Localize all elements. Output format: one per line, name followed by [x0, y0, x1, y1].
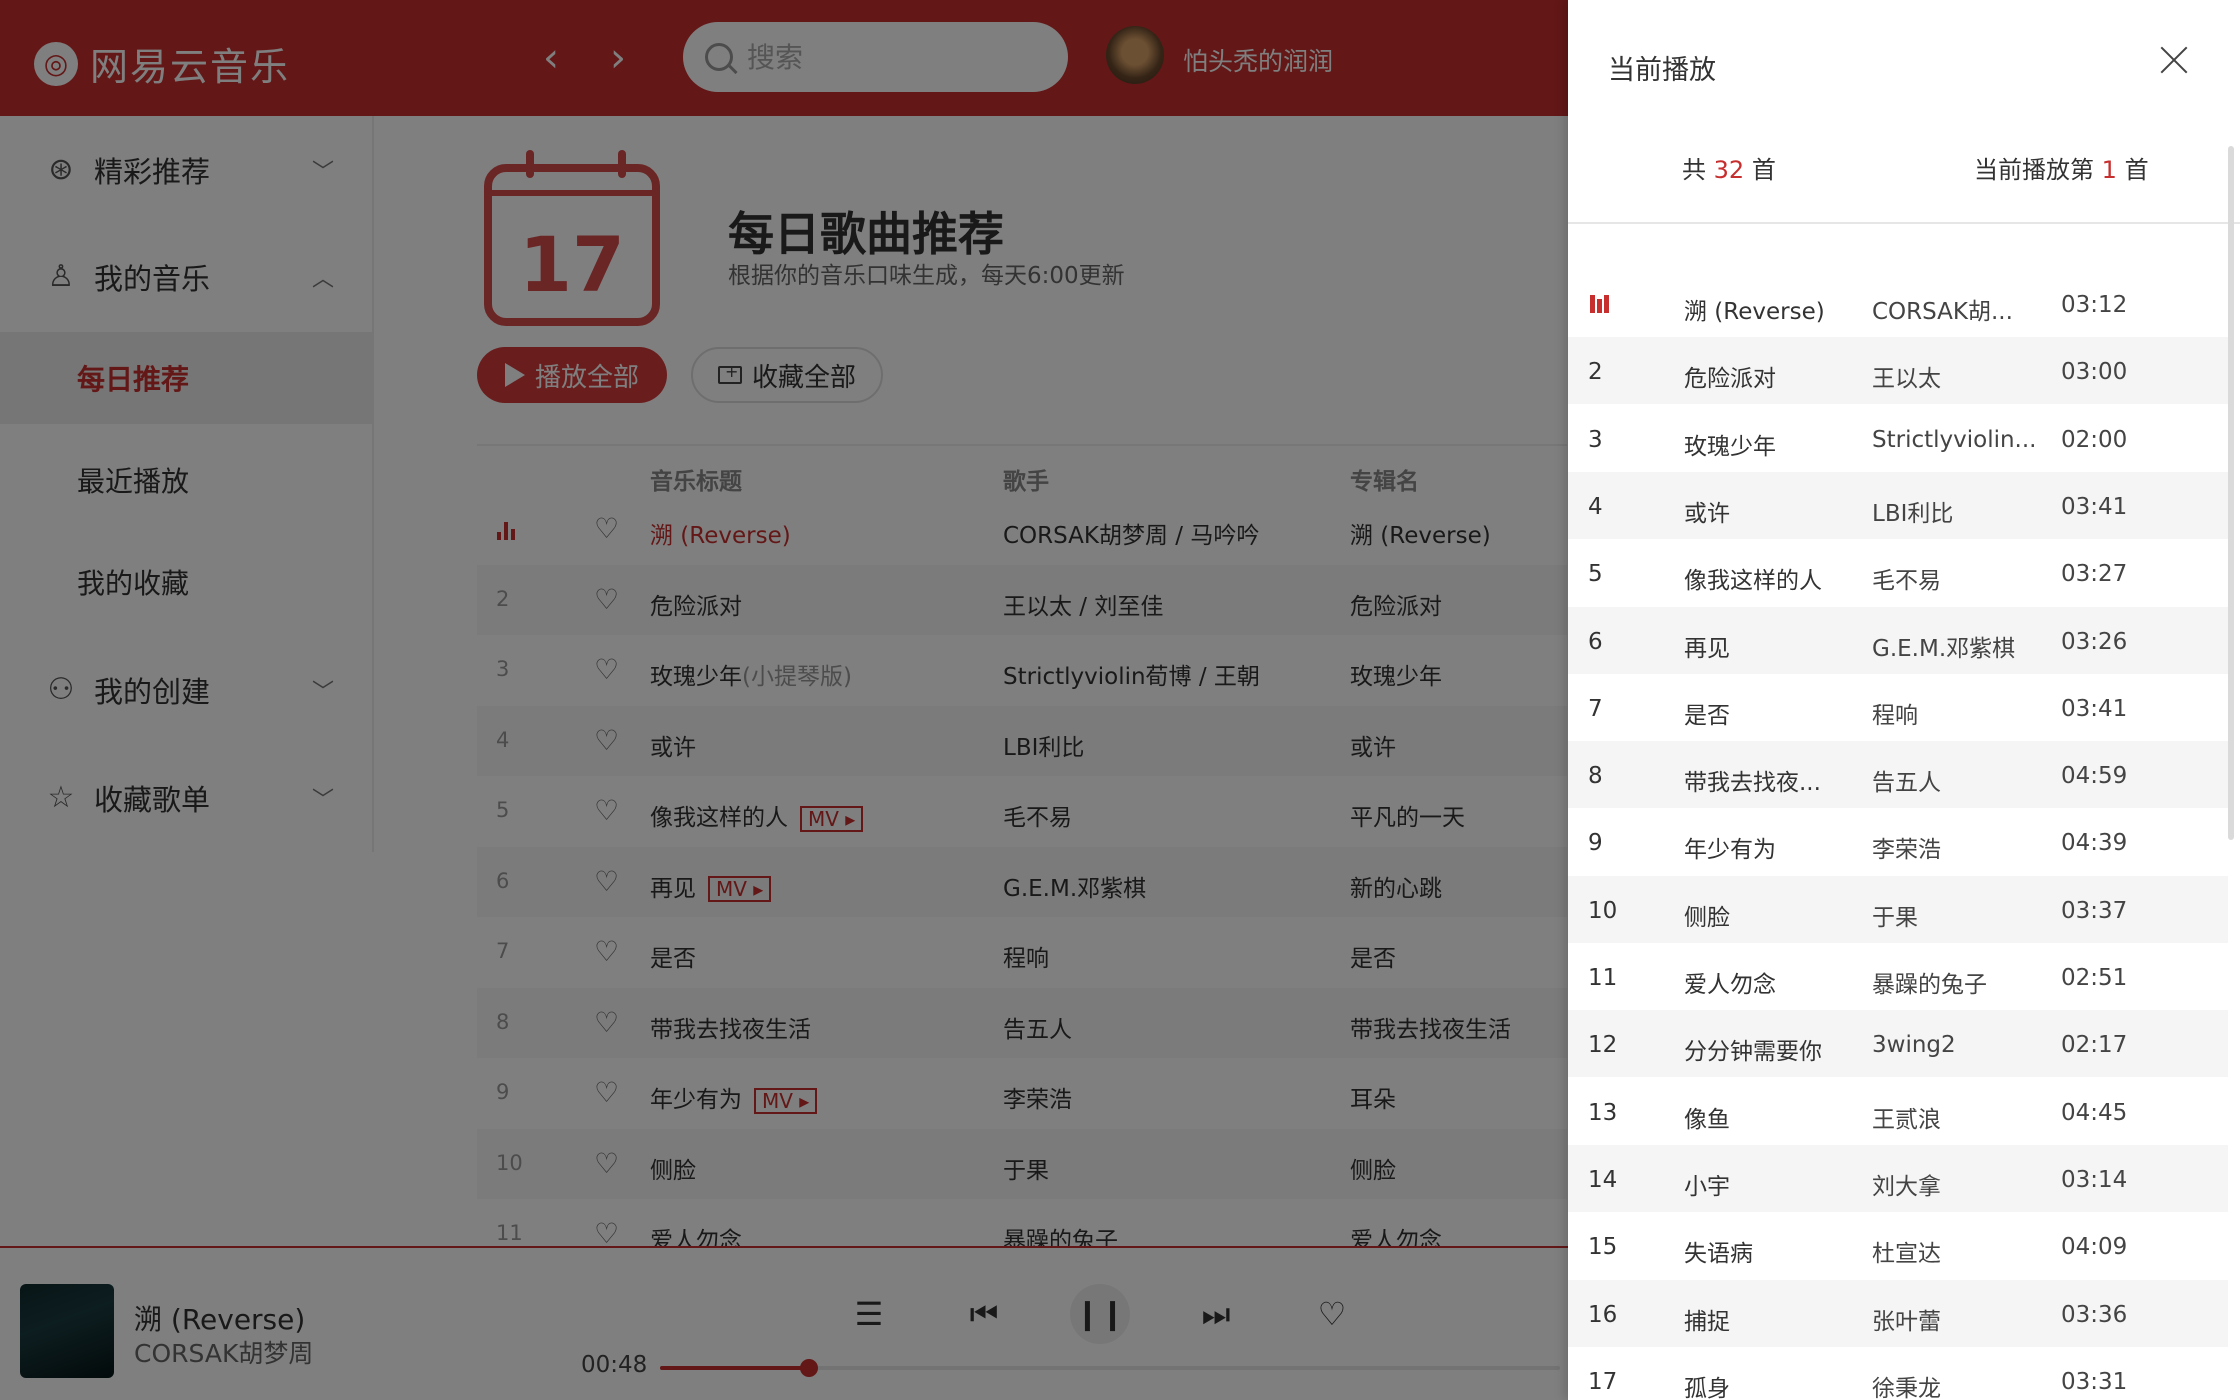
playlist-artist[interactable]: 王以太: [1872, 359, 2040, 393]
playlist-artist[interactable]: G.E.M.邓紫棋: [1872, 629, 2040, 663]
divider: [1568, 222, 2240, 224]
playlist-index: 10: [1588, 897, 1618, 924]
playlist-row[interactable]: 17 孤身 徐秉龙 03:31: [1568, 1347, 2228, 1400]
playlist-title: 失语病: [1684, 1241, 1753, 1268]
playlist-index: 14: [1588, 1166, 1618, 1193]
playlist-index: 9: [1588, 830, 1603, 857]
playlist-title: 捕捉: [1684, 1308, 1730, 1335]
playlist-title: 溯 (Reverse): [1684, 299, 1825, 325]
playlist-title: 年少有为: [1684, 837, 1776, 864]
playlist-artist[interactable]: 毛不易: [1872, 561, 2040, 595]
playlist-index: 12: [1588, 1032, 1618, 1059]
panel-title: 当前播放: [1608, 55, 1716, 86]
playlist-row[interactable]: 溯 (Reverse) CORSAK胡... 03:12: [1568, 270, 2228, 337]
playlist-title: 侧脸: [1684, 904, 1730, 931]
scrollbar[interactable]: [2228, 146, 2234, 840]
playlist-artist[interactable]: 3wing2: [1872, 1032, 2040, 1058]
playlist-duration: 02:51: [2061, 965, 2128, 991]
playlist-artist[interactable]: 告五人: [1872, 763, 2040, 797]
playlist-row[interactable]: 4 或许 LBI利比 03:41: [1568, 471, 2228, 539]
now-playing-panel: 当前播放 共 32 首 当前播放第 1 首 溯 (Reverse) CORSAK胡…: [1568, 0, 2240, 1400]
current-prefix: 当前播放第: [1974, 156, 2094, 184]
playlist-artist[interactable]: 王贰浪: [1872, 1100, 2040, 1134]
playlist-title: 危险派对: [1684, 366, 1776, 393]
playlist-duration: 03:00: [2061, 359, 2128, 386]
playlist-row[interactable]: 13 像鱼 王贰浪 04:45: [1568, 1078, 2228, 1145]
current-suffix: 首: [2124, 156, 2149, 184]
playlist-index: 11: [1588, 965, 1618, 991]
playlist-duration: 03:26: [2061, 628, 2128, 655]
playlist-title: 像鱼: [1684, 1106, 1730, 1133]
playlist-index: 3: [1588, 426, 1603, 453]
playlist-duration: 04:59: [2061, 763, 2128, 790]
playlist-row[interactable]: 15 失语病 杜宣达 04:09: [1568, 1212, 2228, 1279]
playlist-row[interactable]: 8 带我去找夜... 告五人 04:59: [1568, 741, 2228, 809]
playlist-index: 17: [1588, 1368, 1618, 1395]
playlist-index: 5: [1588, 561, 1603, 588]
playlist-duration: 03:12: [2061, 292, 2128, 318]
playlist-index: 8: [1588, 763, 1603, 790]
playlist-artist[interactable]: Strictlyviolin...: [1872, 427, 2040, 453]
playlist-index: 15: [1588, 1234, 1618, 1261]
playlist-artist[interactable]: 程响: [1872, 696, 2040, 730]
playlist-duration: 04:09: [2061, 1234, 2128, 1261]
total-suffix: 首: [1751, 156, 1776, 184]
playlist-row[interactable]: 6 再见 G.E.M.邓紫棋 03:26: [1568, 606, 2228, 674]
total-prefix: 共: [1682, 156, 1706, 184]
playlist-row[interactable]: 11 爱人勿念 暴躁的兔子 02:51: [1568, 943, 2228, 1010]
playlist-index: 6: [1588, 628, 1603, 655]
playlist-title: 带我去找夜...: [1684, 770, 1821, 797]
playlist-artist[interactable]: 刘大拿: [1872, 1167, 2040, 1201]
playlist-artist[interactable]: 暴躁的兔子: [1872, 965, 2040, 999]
playlist-index: 16: [1588, 1301, 1618, 1328]
playlist-title: 再见: [1684, 635, 1730, 662]
playlist-duration: 03:41: [2061, 493, 2128, 520]
playlist-duration: 03:27: [2061, 561, 2128, 588]
playlist-duration: 03:41: [2061, 695, 2128, 722]
playlist-row[interactable]: 3 玫瑰少年 Strictlyviolin... 02:00: [1568, 405, 2228, 472]
playlist-title: 小宇: [1684, 1173, 1730, 1200]
playlist-artist[interactable]: 徐秉龙: [1872, 1369, 2040, 1400]
playlist-title: 分分钟需要你: [1684, 1039, 1822, 1066]
playlist-duration: 03:37: [2061, 897, 2128, 924]
playlist-row[interactable]: 9 年少有为 李荣浩 04:39: [1568, 808, 2228, 875]
playlist-duration: 03:31: [2061, 1368, 2128, 1395]
playlist-artist[interactable]: CORSAK胡...: [1872, 292, 2040, 326]
playlist-title: 玫瑰少年: [1684, 433, 1776, 460]
playlist-row[interactable]: 16 捕捉 张叶蕾 03:36: [1568, 1279, 2228, 1347]
playlist-artist[interactable]: 于果: [1872, 898, 2040, 932]
playlist-index: 7: [1588, 695, 1603, 722]
playlist-artist[interactable]: LBI利比: [1872, 494, 2040, 528]
playlist-title: 孤身: [1684, 1375, 1730, 1400]
playlist-duration: 02:00: [2061, 426, 2128, 453]
total-count: 共 32 首: [1682, 150, 1776, 185]
total-number: 32: [1713, 156, 1745, 184]
playlist-row[interactable]: 10 侧脸 于果 03:37: [1568, 875, 2228, 943]
playlist-duration: 03:14: [2061, 1166, 2128, 1193]
current-number: 1: [2101, 156, 2117, 184]
playlist-artist[interactable]: 张叶蕾: [1872, 1302, 2040, 1336]
playlist-duration: 03:36: [2061, 1301, 2128, 1328]
current-position: 当前播放第 1 首: [1974, 150, 2149, 185]
playlist-row[interactable]: 2 危险派对 王以太 03:00: [1568, 337, 2228, 405]
playlist-row[interactable]: 12 分分钟需要你 3wing2 02:17: [1568, 1010, 2228, 1078]
playlist-row[interactable]: 14 小宇 刘大拿 03:14: [1568, 1144, 2228, 1212]
playing-indicator-icon: [1590, 295, 1612, 313]
playlist-row[interactable]: 5 像我这样的人 毛不易 03:27: [1568, 539, 2228, 606]
playlist-row[interactable]: 7 是否 程响 03:41: [1568, 674, 2228, 741]
playlist-title: 是否: [1684, 702, 1730, 729]
playlist-index: 2: [1588, 359, 1603, 386]
playlist-duration: 04:45: [2061, 1099, 2128, 1126]
playlist-index: 4: [1588, 493, 1603, 520]
playlist-artist[interactable]: 杜宣达: [1872, 1234, 2040, 1268]
playlist-title: 爱人勿念: [1684, 972, 1776, 998]
playlist-index: 13: [1588, 1099, 1618, 1126]
playlist-duration: 02:17: [2061, 1032, 2128, 1059]
playlist-title: 或许: [1684, 500, 1730, 527]
playlist-title: 像我这样的人: [1684, 568, 1822, 595]
modal-overlay[interactable]: [0, 0, 1568, 1400]
playlist-duration: 04:39: [2061, 830, 2128, 857]
close-icon[interactable]: [2154, 40, 2194, 80]
playlist-artist[interactable]: 李荣浩: [1872, 830, 2040, 864]
